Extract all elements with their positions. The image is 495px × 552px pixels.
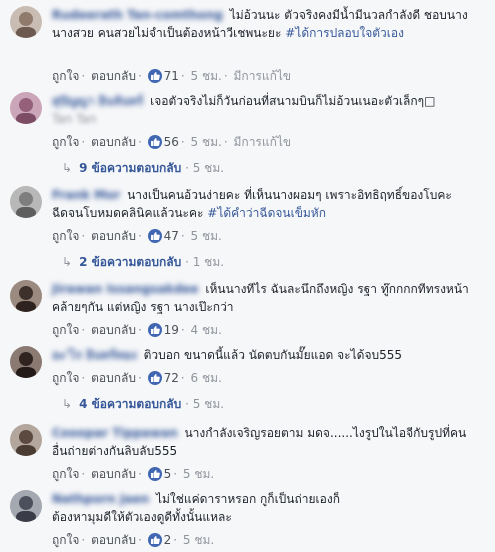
thumbs-up-icon [147,323,162,337]
avatar[interactable] [10,490,42,522]
reply-link[interactable]: ตอบกลับ [91,135,136,149]
like-count[interactable]: 47 [164,229,179,243]
comment-item: สุปัญญา อินจันทร์ เจอตัวจริงไม่ก็วันก่อน… [10,92,489,182]
replies-count[interactable]: 2 ข้อความตอบกลับ [79,255,181,269]
like-count[interactable]: 71 [164,69,179,83]
like-count[interactable]: 19 [164,323,179,337]
comment-actions: ถูกใจ · ตอบกลับ · 19 · 4 ชม. [52,323,222,337]
view-replies-link[interactable]: ↳ 4 ข้อความตอบกลับ · 5 ชม. [62,396,224,412]
avatar[interactable] [10,6,42,38]
commenter-name[interactable]: Cooopar Tippawan [52,426,178,440]
view-replies-link[interactable]: ↳ 9 ข้อความตอบกลับ · 5 ชม. [62,160,224,176]
reply-link[interactable]: ตอบกลับ [91,69,136,83]
commenter-name[interactable]: Nathporn Jaen [52,492,149,506]
comment-actions: ถูกใจ · ตอบกลับ · 56 · 5 ชม. · มีการแก้ไข [52,135,292,149]
thumbs-up-icon [147,467,162,481]
commenter-name[interactable]: Frank Mor [52,188,120,202]
thumbs-up-icon [147,229,162,243]
comment-actions: ถูกใจ · ตอบกลับ · 5 · 5 ชม. [52,467,215,481]
like-link[interactable]: ถูกใจ [52,69,79,83]
timestamp[interactable]: 6 ชม. [191,371,222,385]
replies-count[interactable]: 4 ข้อความตอบกลับ [79,397,181,411]
timestamp[interactable]: 5 ชม. [191,69,222,83]
comment-item: อะ'ไร อินทร์ทอง ติวบอก ขนาดนี้แล้ว นัดตบ… [10,346,489,418]
replies-timestamp: 1 ชม. [192,255,225,269]
commenter-name[interactable]: สุปัญญา อินจันทร์ [52,94,143,108]
like-count[interactable]: 72 [164,371,179,385]
avatar[interactable] [10,92,42,124]
avatar[interactable] [10,346,42,378]
reply-arrow-icon: ↳ [62,255,73,269]
replies-timestamp: 5 ชม. [192,161,225,175]
like-link[interactable]: ถูกใจ [52,371,79,385]
thumbs-up-icon [147,69,162,83]
comment-actions: ถูกใจ · ตอบกลับ · 47 · 5 ชม. [52,229,222,243]
avatar[interactable] [10,424,42,456]
reply-arrow-icon: ↳ [62,397,73,411]
replies-timestamp: 5 ชม. [192,397,225,411]
like-count[interactable]: 2 [164,533,172,547]
reply-link[interactable]: ตอบกลับ [91,533,136,547]
view-replies-link[interactable]: ↳ 2 ข้อความตอบกลับ · 1 ชม. [62,254,224,270]
reply-link[interactable]: ตอบกลับ [91,229,136,243]
timestamp[interactable]: 5 ชม. [191,229,222,243]
tagged-name[interactable]: Tan Tan [52,110,96,128]
commenter-name[interactable]: Rudeerath Tan-comthong [52,8,223,22]
comment-text: เจอตัวจริงไม่ก็วันก่อนที่สนามบินก็ไม่อ้ว… [150,94,436,108]
reply-link[interactable]: ตอบกลับ [91,371,136,385]
commenter-name[interactable]: อะ'ไร อินทร์ทอง [52,348,137,362]
commenter-name[interactable]: Jirawan Issangsakdee [52,282,199,296]
like-link[interactable]: ถูกใจ [52,533,79,547]
reply-arrow-icon: ↳ [62,161,73,175]
reply-link[interactable]: ตอบกลับ [91,467,136,481]
comment-item: Rudeerath Tan-comthong ไม่อ้วนนะ ตัวจริง… [10,6,489,88]
comment-actions: ถูกใจ · ตอบกลับ · 71 · 5 ชม. · มีการแก้ไข [52,69,292,83]
comment-item: Frank Mor นางเป็นคนอ้วนง่ายคะ ที่เห็นนาง… [10,186,489,276]
comment-thread: Rudeerath Tan-comthong ไม่อ้วนนะ ตัวจริง… [0,0,495,552]
thumbs-up-icon [147,135,162,149]
reply-link[interactable]: ตอบกลับ [91,323,136,337]
avatar[interactable] [10,186,42,218]
like-link[interactable]: ถูกใจ [52,467,79,481]
like-link[interactable]: ถูกใจ [52,229,79,243]
like-link[interactable]: ถูกใจ [52,135,79,149]
hashtag-link[interactable]: #ได้การปลอบใจตัวเอง [285,26,404,40]
replies-count[interactable]: 9 ข้อความตอบกลับ [79,161,181,175]
thumbs-up-icon [147,533,162,547]
timestamp[interactable]: 4 ชม. [191,323,222,337]
thumbs-up-icon [147,371,162,385]
timestamp[interactable]: 5 ชม. [191,135,222,149]
avatar[interactable] [10,280,42,312]
timestamp[interactable]: 5 ชม. [183,467,214,481]
edited-label[interactable]: มีการแก้ไข [234,135,292,149]
comment-actions: ถูกใจ · ตอบกลับ · 72 · 6 ชม. [52,371,222,385]
comment-item: Cooopar Tippawan นางกำลังเจริญรอยตาม มดจ… [10,424,489,486]
like-count[interactable]: 5 [164,467,172,481]
edited-label[interactable]: มีการแก้ไข [234,69,292,83]
timestamp[interactable]: 5 ชม. [183,533,214,547]
comment-item: Jirawan Issangsakdee เห็นนางทีไร ฉันละนึ… [10,280,489,342]
like-count[interactable]: 56 [164,135,179,149]
comment-item: Nathporn Jaen ไม่ใช่แค่ดาราหรอก กูก็เป็น… [10,490,489,550]
like-link[interactable]: ถูกใจ [52,323,79,337]
hashtag-link[interactable]: #ได้คำว่าฉีดจนเข็มหัก [207,206,326,220]
comment-actions: ถูกใจ · ตอบกลับ · 2 · 5 ชม. [52,533,215,547]
comment-text: ติวบอก ขนาดนี้แล้ว นัดตบกันมั๊ยแอด จะได้… [143,348,403,362]
